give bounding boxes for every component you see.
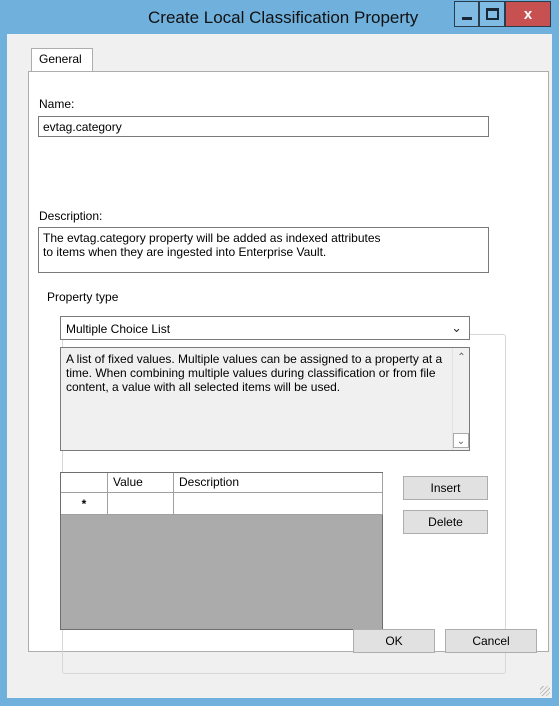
tab-general[interactable]: General bbox=[31, 48, 93, 72]
property-type-select[interactable]: Multiple Choice List ⌄ bbox=[60, 316, 470, 340]
grid-new-row[interactable]: * bbox=[61, 493, 383, 515]
description-textarea[interactable]: The evtag.category property will be adde… bbox=[38, 227, 489, 273]
dialog-client-area: General Name: Description: The evtag.cat… bbox=[7, 34, 552, 698]
maximize-button[interactable] bbox=[479, 1, 505, 27]
delete-button[interactable]: Delete bbox=[403, 510, 488, 534]
cancel-button[interactable]: Cancel bbox=[445, 629, 537, 653]
new-row-marker: * bbox=[61, 493, 108, 515]
new-row-description-cell[interactable] bbox=[174, 493, 383, 515]
resize-grip[interactable] bbox=[540, 686, 550, 696]
description-label: Description: bbox=[39, 209, 103, 223]
property-type-description-text: A list of fixed values. Multiple values … bbox=[66, 352, 443, 394]
insert-button[interactable]: Insert bbox=[403, 476, 488, 500]
column-header-description[interactable]: Description bbox=[174, 473, 383, 493]
scroll-up-icon[interactable]: ⌃ bbox=[454, 350, 469, 365]
general-tab-panel: Name: Description: The evtag.category pr… bbox=[28, 71, 549, 674]
grid-header-row: Value Description bbox=[61, 473, 383, 493]
dialog-window: Create Local Classification Property x G… bbox=[0, 0, 559, 706]
chevron-down-icon: ⌄ bbox=[451, 320, 462, 335]
property-type-selected: Multiple Choice List bbox=[66, 322, 171, 336]
tab-strip: General bbox=[7, 34, 552, 74]
close-button[interactable]: x bbox=[505, 1, 551, 27]
column-header-value[interactable]: Value bbox=[108, 473, 174, 493]
property-type-description: A list of fixed values. Multiple values … bbox=[60, 347, 470, 451]
close-icon: x bbox=[523, 5, 533, 23]
property-type-legend: Property type bbox=[44, 290, 122, 304]
window-title: Create Local Classification Property bbox=[148, 8, 419, 27]
minimize-icon bbox=[461, 16, 472, 20]
ok-button[interactable]: OK bbox=[353, 629, 435, 653]
minimize-button[interactable] bbox=[454, 1, 479, 27]
values-grid[interactable]: Value Description * bbox=[60, 472, 383, 630]
title-bar[interactable]: Create Local Classification Property x bbox=[0, 0, 559, 34]
description-scrollbar[interactable]: ⌃ ⌄ bbox=[452, 348, 469, 450]
grid-corner-header bbox=[61, 473, 108, 493]
name-input[interactable] bbox=[38, 116, 489, 137]
name-label: Name: bbox=[39, 97, 75, 111]
maximize-icon bbox=[485, 8, 499, 20]
new-row-value-cell[interactable] bbox=[108, 493, 174, 515]
scroll-down-icon[interactable]: ⌄ bbox=[453, 433, 469, 448]
